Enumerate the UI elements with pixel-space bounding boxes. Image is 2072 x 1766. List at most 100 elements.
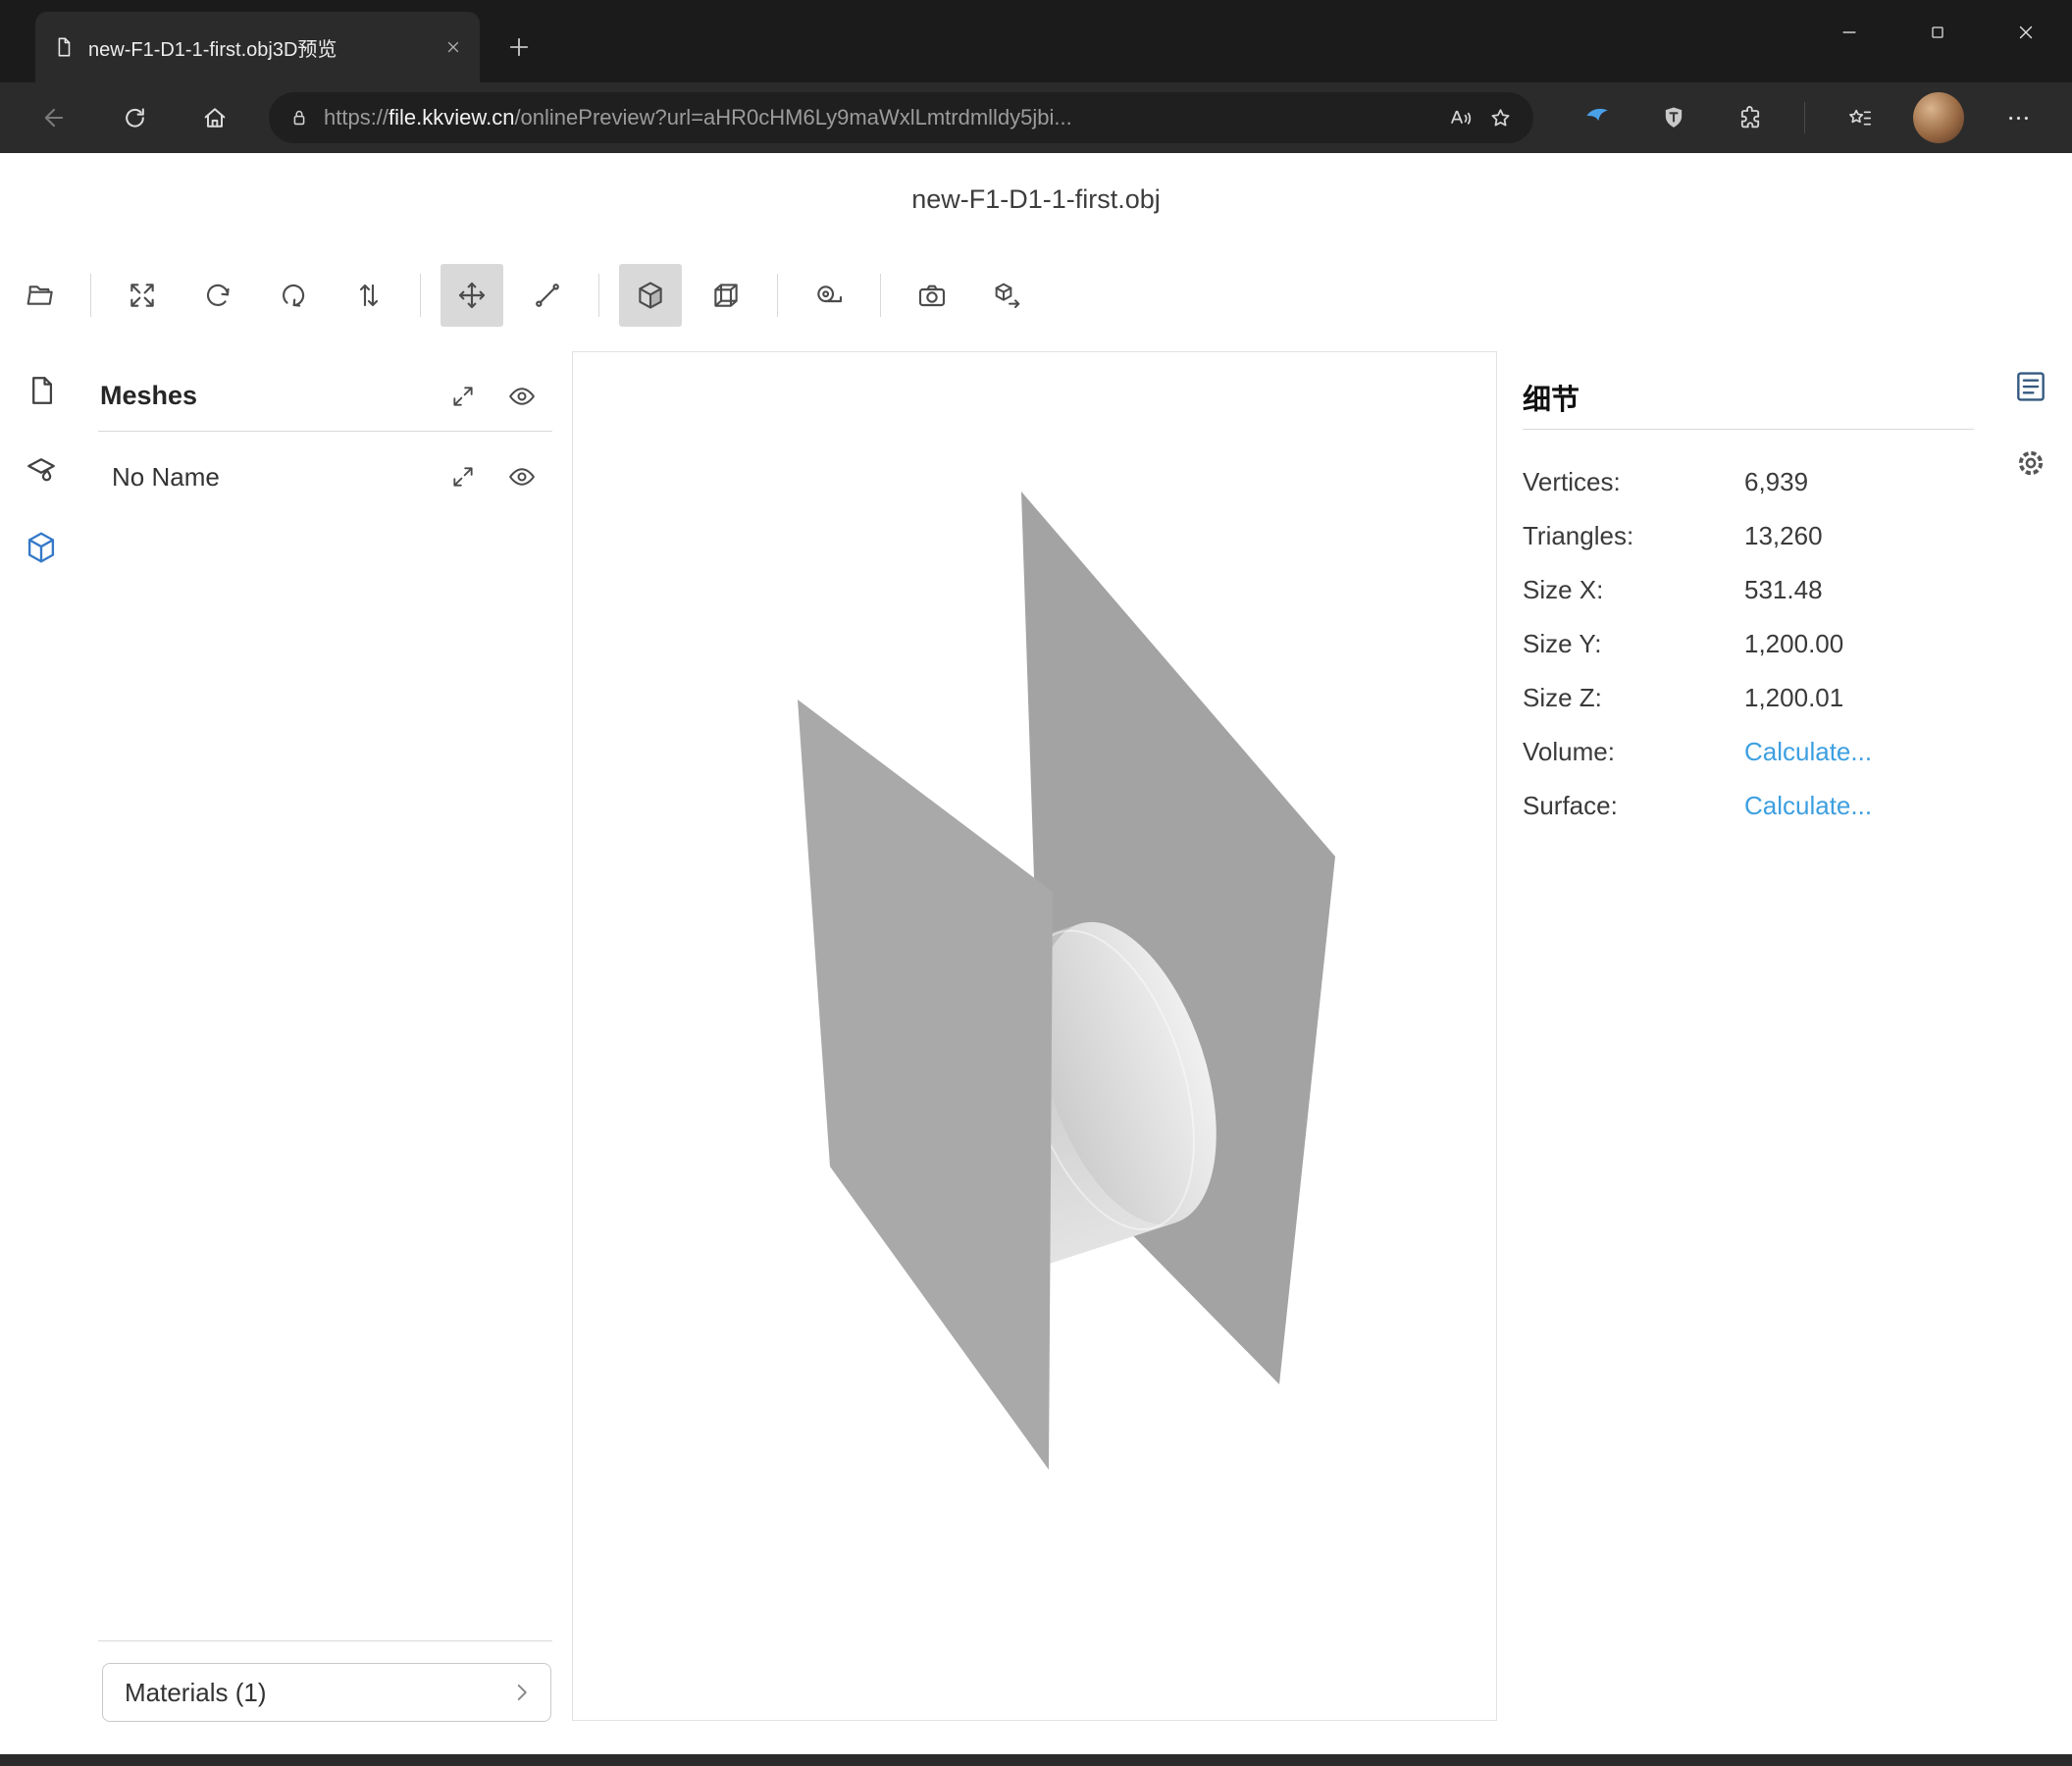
size-x-value: 531.48 bbox=[1744, 575, 1823, 605]
window-controls bbox=[1805, 0, 2070, 65]
details-list-button[interactable] bbox=[2011, 367, 2050, 406]
plus-icon bbox=[505, 33, 533, 61]
toolbar-separator bbox=[777, 274, 778, 317]
back-arrow-icon bbox=[40, 104, 68, 131]
fit-all-button[interactable] bbox=[446, 380, 480, 413]
export-model-button[interactable] bbox=[976, 264, 1039, 327]
open-file-button[interactable] bbox=[8, 264, 71, 327]
details-row-size-y: Size Y: 1,200.00 bbox=[1523, 617, 1974, 671]
browser-menu-icon[interactable] bbox=[1995, 95, 2041, 140]
titlebar: new-F1-D1-1-first.obj3D预览 bbox=[0, 0, 2072, 82]
details-row-volume: Volume: Calculate... bbox=[1523, 725, 1974, 779]
mesh-list-item[interactable]: No Name bbox=[98, 432, 552, 522]
url-text: https://file.kkview.cn/onlinePreview?url… bbox=[324, 105, 1433, 130]
orthographic-view-icon bbox=[709, 279, 743, 312]
fit-view-button[interactable] bbox=[111, 264, 174, 327]
url-host: file.kkview.cn bbox=[388, 105, 514, 130]
viewer-toolbar bbox=[8, 263, 1039, 328]
details-list-icon bbox=[2012, 368, 2049, 405]
url-scheme: https:// bbox=[324, 105, 388, 130]
back-button[interactable] bbox=[29, 93, 78, 142]
model-viewport[interactable] bbox=[572, 351, 1497, 1721]
rotate-horizontal-icon bbox=[202, 280, 233, 311]
favorites-bar-icon[interactable] bbox=[1837, 95, 1882, 140]
new-tab-button[interactable] bbox=[497, 26, 541, 69]
fit-view-icon bbox=[127, 280, 158, 311]
window-close-button[interactable] bbox=[1982, 0, 2070, 65]
details-rows: Vertices: 6,939 Triangles: 13,260 Size X… bbox=[1523, 455, 1974, 833]
toggle-all-visibility-button[interactable] bbox=[505, 380, 539, 413]
orthographic-view-button[interactable] bbox=[695, 264, 757, 327]
refresh-icon bbox=[122, 105, 148, 131]
maximize-icon bbox=[1928, 23, 1947, 42]
pan-move-icon bbox=[456, 280, 488, 311]
measure-tape-button[interactable] bbox=[798, 264, 860, 327]
details-panel: 细节 Vertices: 6,939 Triangles: 13,260 Siz… bbox=[1523, 365, 1974, 833]
settings-button[interactable] bbox=[2011, 443, 2050, 483]
details-row-vertices: Vertices: 6,939 bbox=[1523, 455, 1974, 509]
extension-bird-icon[interactable] bbox=[1575, 95, 1620, 140]
calculate-surface-link[interactable]: Calculate... bbox=[1744, 791, 1872, 821]
home-button[interactable] bbox=[190, 93, 239, 142]
window-minimize-button[interactable] bbox=[1805, 0, 1893, 65]
materials-button[interactable]: Materials (1) bbox=[102, 1663, 551, 1722]
favorite-star-icon[interactable] bbox=[1487, 105, 1514, 131]
minimize-icon bbox=[1839, 22, 1860, 43]
toggle-mesh-visibility-button[interactable] bbox=[505, 460, 539, 493]
flip-vertical-button[interactable] bbox=[337, 264, 400, 327]
details-row-size-x: Size X: 531.48 bbox=[1523, 563, 1974, 617]
chevron-right-icon bbox=[509, 1680, 535, 1705]
refresh-button[interactable] bbox=[110, 93, 159, 142]
material-icon bbox=[24, 451, 59, 487]
rotate-vertical-button[interactable] bbox=[262, 264, 325, 327]
model-tab-button[interactable] bbox=[22, 528, 61, 567]
address-bar[interactable]: https://file.kkview.cn/onlinePreview?url… bbox=[269, 92, 1533, 143]
lock-icon[interactable] bbox=[288, 107, 310, 129]
file-tab-button[interactable] bbox=[22, 371, 61, 410]
expand-icon bbox=[450, 384, 476, 409]
expand-icon bbox=[450, 464, 476, 490]
model-3d-scene bbox=[573, 352, 1496, 1720]
tab-close-icon[interactable] bbox=[444, 38, 462, 56]
meshes-title: Meshes bbox=[100, 381, 421, 411]
open-file-icon bbox=[24, 280, 55, 311]
profile-avatar[interactable] bbox=[1913, 92, 1964, 143]
toolbar-separator bbox=[880, 274, 881, 317]
flip-vertical-icon bbox=[353, 280, 385, 311]
extension-puzzle-icon[interactable] bbox=[1728, 95, 1773, 140]
toolbar-separator bbox=[598, 274, 599, 317]
details-row-triangles: Triangles: 13,260 bbox=[1523, 509, 1974, 563]
measure-line-button[interactable] bbox=[516, 264, 579, 327]
materials-label: Materials (1) bbox=[125, 1678, 509, 1708]
url-path: /onlinePreview?url=aHR0cHM6Ly9maWxlLmtrd… bbox=[514, 105, 1071, 130]
vertices-value: 6,939 bbox=[1744, 467, 1808, 497]
document-icon bbox=[53, 36, 75, 58]
materials-tab-button[interactable] bbox=[22, 449, 61, 489]
left-plane bbox=[798, 700, 1053, 1470]
fit-mesh-button[interactable] bbox=[446, 460, 480, 493]
perspective-view-icon bbox=[634, 279, 667, 312]
meshes-header: Meshes bbox=[98, 361, 552, 432]
triangles-value: 13,260 bbox=[1744, 521, 1823, 551]
eye-icon bbox=[507, 382, 537, 411]
rotate-horizontal-button[interactable] bbox=[186, 264, 249, 327]
toolbar-divider bbox=[1804, 102, 1805, 133]
navigation-bar: https://file.kkview.cn/onlinePreview?url… bbox=[0, 82, 2072, 153]
window-maximize-button[interactable] bbox=[1893, 0, 1982, 65]
pan-move-button[interactable] bbox=[440, 264, 503, 327]
gear-icon bbox=[2013, 445, 2048, 481]
browser-actions bbox=[1575, 92, 2041, 143]
read-aloud-icon[interactable] bbox=[1447, 105, 1474, 131]
page-title: new-F1-D1-1-first.obj bbox=[0, 184, 2072, 215]
browser-window: new-F1-D1-1-first.obj3D预览 bbox=[0, 0, 2072, 1766]
calculate-volume-link[interactable]: Calculate... bbox=[1744, 737, 1872, 767]
perspective-view-button[interactable] bbox=[619, 264, 682, 327]
close-icon bbox=[2015, 22, 2037, 43]
window-bottom-edge bbox=[0, 1754, 2072, 1766]
mesh-name: No Name bbox=[112, 462, 421, 493]
screenshot-button[interactable] bbox=[901, 264, 963, 327]
extension-shield-icon[interactable] bbox=[1651, 95, 1696, 140]
eye-icon bbox=[507, 462, 537, 492]
browser-tab[interactable]: new-F1-D1-1-first.obj3D预览 bbox=[35, 12, 480, 82]
toolbar-separator bbox=[90, 274, 91, 317]
